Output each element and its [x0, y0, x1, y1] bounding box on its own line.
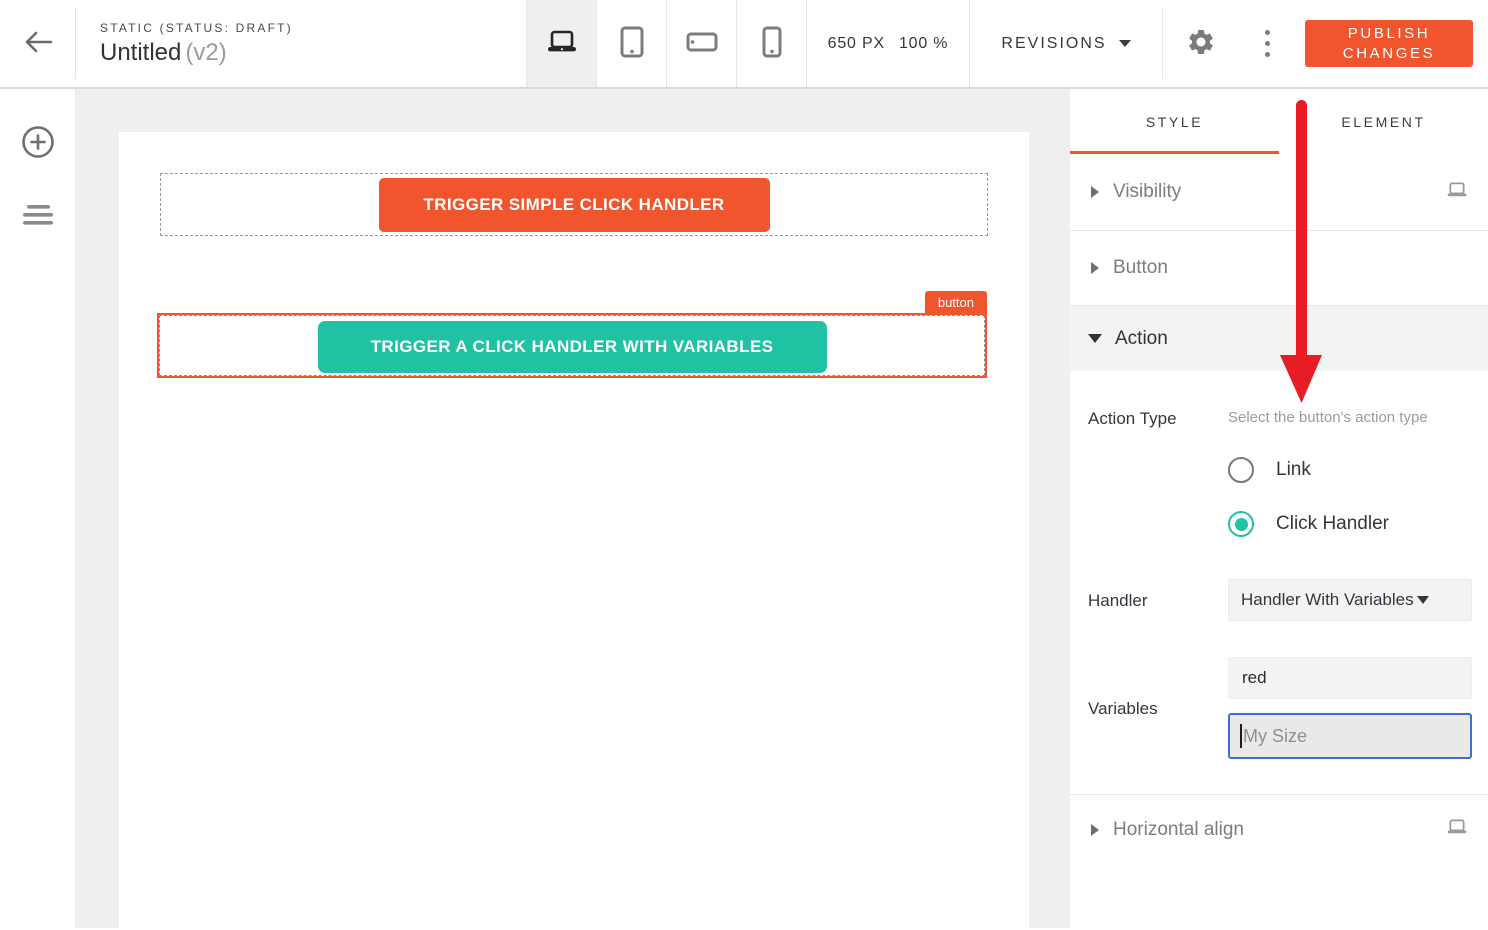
radio-link[interactable]	[1228, 457, 1254, 483]
text-cursor	[1240, 724, 1242, 748]
section-action[interactable]: Action	[1070, 306, 1488, 371]
more-options-button[interactable]	[1239, 0, 1295, 87]
section-horizontal-align[interactable]: Horizontal align	[1070, 794, 1488, 864]
responsive-laptop-icon[interactable]	[1446, 819, 1468, 840]
tab-style[interactable]: STYLE	[1070, 89, 1279, 154]
tree-icon	[22, 214, 54, 229]
trigger-click-handler-with-variables-button[interactable]: TRIGGER A CLICK HANDLER WITH VARIABLES	[318, 321, 827, 373]
publish-changes-button[interactable]: PUBLISH CHANGES	[1305, 20, 1473, 67]
laptop-icon	[546, 30, 578, 57]
chevron-right-icon	[1091, 262, 1099, 274]
selection-inner-outline: TRIGGER A CLICK HANDLER WITH VARIABLES	[159, 315, 985, 376]
add-element-button[interactable]	[21, 125, 55, 162]
gear-icon	[1186, 27, 1216, 60]
variable-input-1[interactable]: red	[1228, 657, 1472, 699]
page-canvas: TRIGGER SIMPLE CLICK HANDLER button TRIG…	[119, 132, 1029, 928]
device-phone-button[interactable]	[736, 0, 806, 87]
style-panel: STYLE ELEMENT Visibility Button Action A…	[1070, 89, 1488, 928]
panel-tabs: STYLE ELEMENT	[1070, 89, 1488, 154]
chevron-down-icon	[1088, 334, 1102, 343]
device-desktop-button[interactable]	[526, 0, 596, 87]
tablet-icon	[619, 26, 645, 61]
radio-click-handler[interactable]	[1228, 511, 1254, 537]
canvas-workspace: TRIGGER SIMPLE CLICK HANDLER button TRIG…	[75, 89, 1070, 928]
action-type-help-text: Select the button's action type	[1228, 407, 1438, 429]
chevron-right-icon	[1091, 186, 1099, 198]
section-button[interactable]: Button	[1070, 231, 1488, 306]
handler-select[interactable]: Handler With Variables	[1228, 579, 1472, 621]
button-element-container[interactable]: TRIGGER SIMPLE CLICK HANDLER	[160, 173, 988, 236]
layer-tree-button[interactable]	[22, 204, 54, 229]
section-visibility[interactable]: Visibility	[1070, 154, 1488, 231]
chevron-down-icon	[1119, 40, 1131, 47]
back-arrow-icon	[23, 30, 53, 57]
plus-circle-icon	[21, 147, 55, 162]
variables-label: Variables	[1088, 697, 1228, 719]
action-section-body: Action Type Select the button's action t…	[1070, 371, 1488, 794]
variable-input-2-focused[interactable]: My Size	[1228, 713, 1472, 759]
phone-icon	[762, 26, 782, 61]
left-toolbar	[0, 89, 75, 928]
page-title: Untitled(v2)	[100, 39, 526, 67]
viewport-width-label: 650 PX	[828, 35, 885, 53]
selected-button-element[interactable]: button TRIGGER A CLICK HANDLER WITH VARI…	[157, 313, 987, 378]
trigger-simple-click-handler-button[interactable]: TRIGGER SIMPLE CLICK HANDLER	[379, 178, 770, 232]
phone-landscape-icon	[686, 32, 718, 55]
version-label: (v2)	[185, 39, 226, 66]
settings-button[interactable]	[1163, 0, 1239, 87]
viewport-size-control[interactable]: 650 PX 100 %	[806, 0, 970, 87]
document-status: STATIC (STATUS: DRAFT)	[100, 21, 526, 35]
document-title-block: STATIC (STATUS: DRAFT) Untitled(v2)	[76, 0, 526, 87]
device-phone-landscape-button[interactable]	[666, 0, 736, 87]
handler-label: Handler	[1088, 589, 1228, 611]
kebab-menu-icon	[1265, 30, 1270, 57]
radio-click-handler-label: Click Handler	[1276, 513, 1389, 535]
tab-element[interactable]: ELEMENT	[1279, 89, 1488, 154]
zoom-level-label: 100 %	[899, 35, 948, 53]
back-button[interactable]	[0, 0, 75, 87]
dropdown-caret-icon	[1417, 596, 1429, 604]
radio-link-label: Link	[1276, 459, 1311, 481]
chevron-right-icon	[1091, 824, 1099, 836]
responsive-laptop-icon[interactable]	[1446, 182, 1468, 203]
action-type-label: Action Type	[1088, 407, 1228, 429]
revisions-dropdown[interactable]: REVISIONS	[970, 0, 1162, 87]
active-tab-indicator	[1070, 151, 1279, 154]
selection-type-badge: button	[925, 291, 987, 313]
device-tablet-button[interactable]	[596, 0, 666, 87]
topbar: STATIC (STATUS: DRAFT) Untitled(v2) 650 …	[0, 0, 1488, 89]
